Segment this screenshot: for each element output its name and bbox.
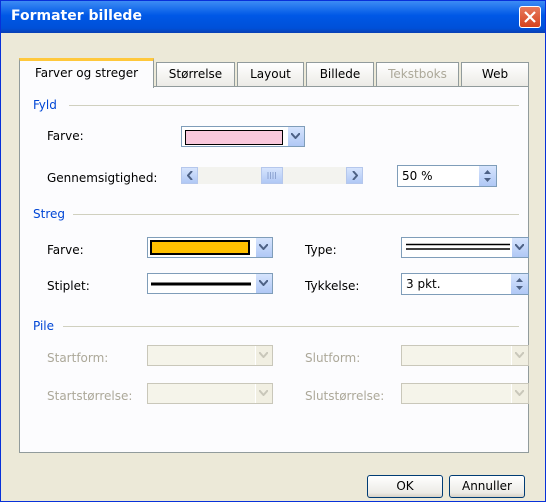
tab-web[interactable]: Web xyxy=(461,62,529,86)
arrows-separator xyxy=(63,326,519,327)
weight-label: Tykkelse: xyxy=(305,279,360,293)
weight-input[interactable]: 3 pkt. xyxy=(401,273,529,295)
line-color-label: Farve: xyxy=(47,243,84,257)
transparency-input[interactable]: 50 % xyxy=(397,165,497,187)
spinner-arrows-icon xyxy=(484,170,491,182)
end-size-label: Slutstørrelse: xyxy=(305,389,385,403)
double-line-style-icon xyxy=(406,243,510,250)
transparency-slider[interactable] xyxy=(181,167,363,184)
ok-button[interactable]: OK xyxy=(367,475,443,498)
dash-arrow[interactable] xyxy=(255,274,272,293)
chevron-down-icon xyxy=(515,244,524,250)
fill-color-dropdown[interactable] xyxy=(181,126,305,147)
dash-label: Stiplet: xyxy=(47,279,90,293)
transparency-spinner[interactable] xyxy=(479,166,496,186)
end-size-arrow xyxy=(511,384,528,403)
tab-colors-lines[interactable]: Farver og streger xyxy=(19,58,154,88)
chevron-down-icon xyxy=(291,133,300,139)
slider-right-button[interactable] xyxy=(346,167,363,184)
grip-icon xyxy=(267,172,276,179)
line-color-arrow[interactable] xyxy=(255,238,272,257)
tab-layout[interactable]: Layout xyxy=(237,62,304,86)
chevron-left-icon xyxy=(187,171,193,180)
chevron-down-icon xyxy=(259,280,268,286)
solid-line-style-icon xyxy=(151,282,251,286)
spinner-arrows-icon xyxy=(516,278,523,290)
begin-style-arrow xyxy=(255,346,272,365)
line-type-dropdown[interactable] xyxy=(401,237,529,258)
tab-picture[interactable]: Billede xyxy=(306,62,374,86)
chevron-down-icon xyxy=(515,352,524,358)
line-separator xyxy=(73,214,519,215)
fill-separator xyxy=(69,105,519,106)
close-icon xyxy=(524,11,536,23)
cancel-button[interactable]: Annuller xyxy=(449,475,525,498)
end-style-dropdown xyxy=(401,345,529,366)
title-bar[interactable]: Formater billede xyxy=(1,1,545,33)
chevron-down-icon xyxy=(259,244,268,250)
chevron-right-icon xyxy=(352,171,358,180)
fill-color-label: Farve: xyxy=(47,129,84,143)
slider-left-button[interactable] xyxy=(181,167,198,184)
begin-size-dropdown xyxy=(147,383,273,404)
begin-size-label: Startstørrelse: xyxy=(47,389,133,403)
begin-style-label: Startform: xyxy=(47,351,109,365)
close-button[interactable] xyxy=(519,6,541,28)
weight-spinner[interactable] xyxy=(511,274,528,294)
begin-style-dropdown xyxy=(147,345,273,366)
end-style-arrow xyxy=(511,346,528,365)
dash-dropdown[interactable] xyxy=(147,273,273,294)
line-color-dropdown[interactable] xyxy=(147,237,273,258)
arrows-section-title: Pile xyxy=(33,319,55,333)
chevron-down-icon xyxy=(259,352,268,358)
dialog-title: Formater billede xyxy=(11,8,142,24)
chevron-down-icon xyxy=(515,390,524,396)
line-section-title: Streg xyxy=(33,207,65,221)
slider-thumb[interactable] xyxy=(261,167,283,184)
end-size-dropdown xyxy=(401,383,529,404)
begin-size-arrow xyxy=(255,384,272,403)
end-style-label: Slutform: xyxy=(305,351,361,365)
chevron-down-icon xyxy=(259,390,268,396)
fill-color-swatch xyxy=(185,130,283,145)
line-color-swatch xyxy=(150,240,250,255)
fill-color-arrow[interactable] xyxy=(287,127,304,146)
dialog-window: Formater billede Farver og streger Størr… xyxy=(0,0,546,502)
transparency-label: Gennemsigtighed: xyxy=(47,171,158,185)
tab-textbox: Tekstboks xyxy=(376,62,459,86)
line-type-arrow[interactable] xyxy=(511,238,528,257)
line-type-label: Type: xyxy=(305,243,337,257)
tab-size[interactable]: Størrelse xyxy=(156,62,235,86)
fill-section-title: Fyld xyxy=(33,98,57,112)
